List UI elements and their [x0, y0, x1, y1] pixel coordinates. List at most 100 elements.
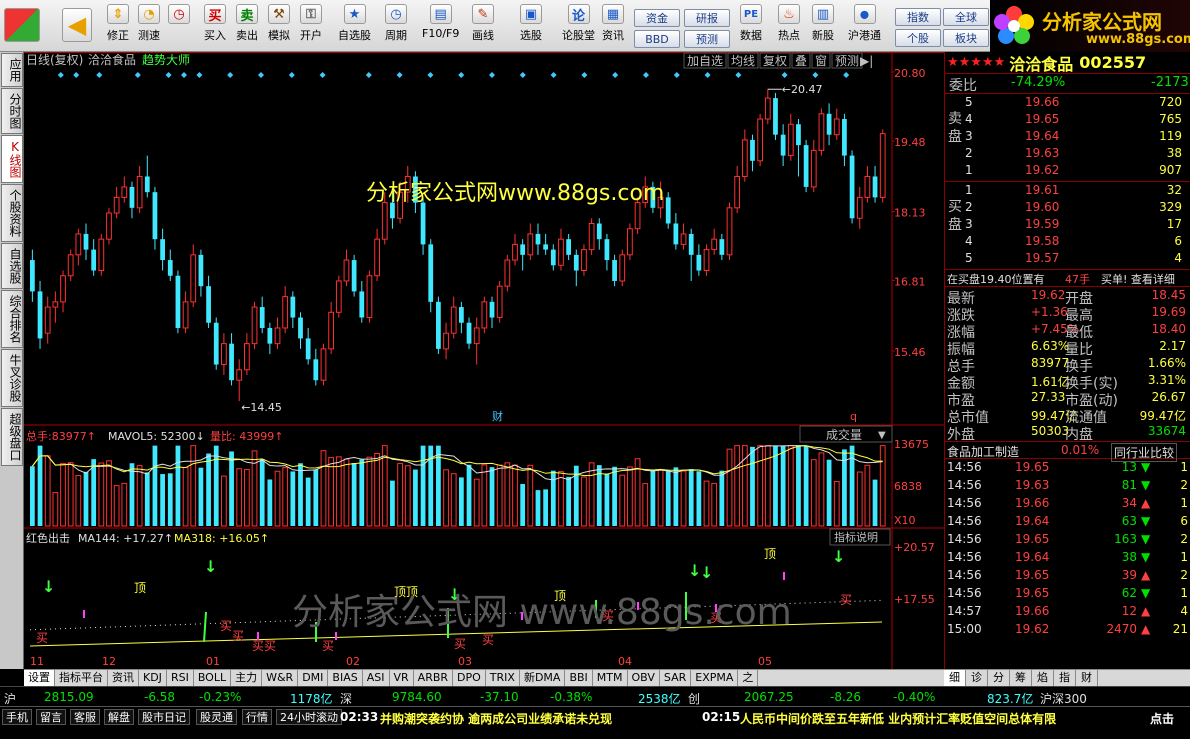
indicator-tab-ASI[interactable]: ASI: [363, 670, 390, 686]
buy-order-row[interactable]: 5 19.57 4: [945, 250, 1190, 267]
indicator-tab-VR[interactable]: VR: [390, 670, 414, 686]
status-btn-5[interactable]: 股灵通: [196, 709, 237, 725]
quote-tab-1[interactable]: 诊: [966, 670, 988, 686]
sell-order-row[interactable]: 4 19.65 765: [945, 111, 1190, 128]
toolbar-btn-sell[interactable]: 卖卖出: [236, 4, 258, 43]
indicator-tab-KDJ[interactable]: KDJ: [139, 670, 167, 686]
indicator-tab-BIAS[interactable]: BIAS: [328, 670, 363, 686]
indicator-tab-主力[interactable]: 主力: [231, 670, 263, 686]
toolbar-btn-cesu[interactable]: ◔ 测速: [138, 4, 160, 43]
toolbar-btn-redian[interactable]: ♨ 热点: [778, 4, 800, 43]
candle-body: [244, 343, 250, 371]
indicator-tab-MTM[interactable]: MTM: [593, 670, 628, 686]
status-btn-0[interactable]: 手机: [2, 709, 32, 725]
toolbar-btn-zixuan[interactable]: ★ 自选股: [338, 4, 371, 43]
chart-btn-3[interactable]: 叠: [795, 54, 807, 68]
research-button[interactable]: 研报: [684, 9, 730, 27]
indicator-tab-指标平台[interactable]: 指标平台: [55, 670, 108, 686]
buy-order-row[interactable]: 2 19.60 329: [945, 199, 1190, 216]
chart-btn-0[interactable]: 加自选: [687, 54, 723, 68]
chart-btn-4[interactable]: 窗: [815, 54, 827, 68]
news-ticker-1[interactable]: 并购潮突袭约协 逾两成公司业绩承诺未兑现: [380, 710, 612, 727]
indicator-tab-DMI[interactable]: DMI: [298, 670, 329, 686]
left-tab-5[interactable]: 综合排名: [1, 290, 23, 348]
toolbar-btn-f10[interactable]: ▤ F10/F9: [422, 4, 459, 40]
toolbar-btn-huaxian[interactable]: ✎ 画线: [472, 4, 494, 43]
index-button[interactable]: 指数: [895, 8, 941, 26]
news-ticker-2[interactable]: 人民币中间价跌至五年新低 业内预计汇率贬值空间总体有限: [740, 710, 1056, 727]
status-btn-7[interactable]: 24小时滚动: [276, 709, 342, 725]
toolbar-btn-lungutang[interactable]: 论论股堂: [562, 4, 595, 43]
quote-tab-3[interactable]: 筹: [1010, 670, 1032, 686]
indicator-tab-TRIX[interactable]: TRIX: [486, 670, 520, 686]
left-tab-2[interactable]: K线图: [1, 135, 23, 183]
kline-chart[interactable]: 日线(复权) 洽洽食品 趋势大师 加自选 均线 复权叠窗预测 ▶| 20.80 19.48 18.…: [24, 52, 944, 669]
quote-tab-6[interactable]: 财: [1076, 670, 1098, 686]
indicator-help-label[interactable]: 指标说明: [834, 530, 878, 544]
buy-order-row[interactable]: 1 19.61 32: [945, 182, 1190, 199]
toolbar-btn-buy[interactable]: 买买入: [204, 4, 226, 43]
indicator-tab-ARBR[interactable]: ARBR: [414, 670, 454, 686]
quote-tab-2[interactable]: 分: [988, 670, 1010, 686]
buy-order-row[interactable]: 3 19.59 17: [945, 216, 1190, 233]
indicator-tab-设置[interactable]: 设置: [24, 670, 55, 686]
status-btn-6[interactable]: 行情: [242, 709, 272, 725]
indicator-tab-新DMA[interactable]: 新DMA: [520, 670, 566, 686]
chart-btn-1[interactable]: 均线: [731, 54, 755, 68]
toolbar-btn-xuangu[interactable]: ▣ 选股: [520, 4, 542, 43]
indicator-tab-OBV[interactable]: OBV: [628, 670, 660, 686]
indicator-tab-BOLL[interactable]: BOLL: [194, 670, 232, 686]
chevron-down-icon[interactable]: ▼: [878, 430, 886, 441]
indicator-tab-BBI[interactable]: BBI: [565, 670, 593, 686]
x-axis-label: 05: [758, 655, 772, 668]
indicator-tab-SAR[interactable]: SAR: [660, 670, 692, 686]
forecast-button[interactable]: 预测: [684, 30, 730, 48]
indicator-tab-DPO[interactable]: DPO: [453, 670, 486, 686]
bbd-button[interactable]: BBD: [634, 30, 680, 48]
quote-tab-4[interactable]: 焰: [1032, 670, 1054, 686]
status-btn-2[interactable]: 客服: [70, 709, 100, 725]
indicator-tab-EXPMA[interactable]: EXPMA: [691, 670, 739, 686]
status-btn-4[interactable]: 股市日记: [138, 709, 190, 725]
sell-order-row[interactable]: 2 19.63 38: [945, 145, 1190, 162]
buy-order-row[interactable]: 4 19.58 6: [945, 233, 1190, 250]
toolbar-btn-xiuzheng[interactable]: ⇕ 修正: [107, 4, 129, 43]
left-tab-7[interactable]: 超级盘口: [1, 408, 23, 466]
sector-button[interactable]: 板块: [943, 29, 989, 47]
quote-tab-5[interactable]: 指: [1054, 670, 1076, 686]
quote-tab-0[interactable]: 细: [944, 670, 966, 686]
left-tab-6[interactable]: 牛叉诊股: [1, 349, 23, 407]
sell-order-row[interactable]: 5 19.66 720: [945, 94, 1190, 111]
indicator-tab-资讯[interactable]: 资讯: [108, 670, 139, 686]
chart-menu-icon[interactable]: ▶|: [860, 54, 873, 68]
global-button[interactable]: 全球: [943, 8, 989, 26]
buy-note[interactable]: 在买盘19.40位置有 47手 买单! 查看详细: [945, 270, 1190, 287]
candle-body: [374, 238, 380, 277]
toolbar-btn-moni[interactable]: ⚒ 模拟: [268, 4, 290, 43]
sell-order-row[interactable]: 3 19.64 119: [945, 128, 1190, 145]
grid-icon[interactable]: [4, 8, 40, 42]
stock-button[interactable]: 个股: [895, 29, 941, 47]
toolbar-btn-zixun[interactable]: ▦ 资讯: [602, 4, 624, 43]
toolbar-btn-zhouqi[interactable]: ◷ 周期: [385, 4, 407, 43]
left-tab-4[interactable]: 自选股: [1, 243, 23, 289]
indicator-tab-RSI[interactable]: RSI: [167, 670, 194, 686]
left-tab-1[interactable]: 分时图: [1, 88, 23, 134]
volume-select-label[interactable]: 成交量: [826, 427, 862, 442]
toolbar-btn-hugangtong[interactable]: ⬤ 沪港通: [848, 4, 881, 43]
chart-btn-2[interactable]: 复权: [763, 54, 787, 68]
indicator-tab-之[interactable]: 之: [738, 670, 759, 686]
sell-order-row[interactable]: 1 19.62 907: [945, 162, 1190, 179]
toolbar-btn-clock[interactable]: ◷: [168, 4, 190, 24]
left-tab-3[interactable]: 个股资料: [1, 184, 23, 242]
toolbar-btn-kaihu[interactable]: ⚿ 开户: [300, 4, 322, 43]
status-btn-3[interactable]: 解盘: [104, 709, 134, 725]
chart-btn-5[interactable]: 预测: [835, 54, 859, 68]
toolbar-btn-xingu[interactable]: ▥ 新股: [812, 4, 834, 43]
back-arrow-icon[interactable]: ◀: [62, 8, 92, 42]
indicator-tab-W&R[interactable]: W&R: [262, 670, 299, 686]
left-tab-0[interactable]: 应用: [1, 53, 23, 87]
capital-button[interactable]: 资金: [634, 9, 680, 27]
status-btn-1[interactable]: 留言: [36, 709, 66, 725]
toolbar-btn-shuju[interactable]: PE 数据: [740, 4, 762, 43]
